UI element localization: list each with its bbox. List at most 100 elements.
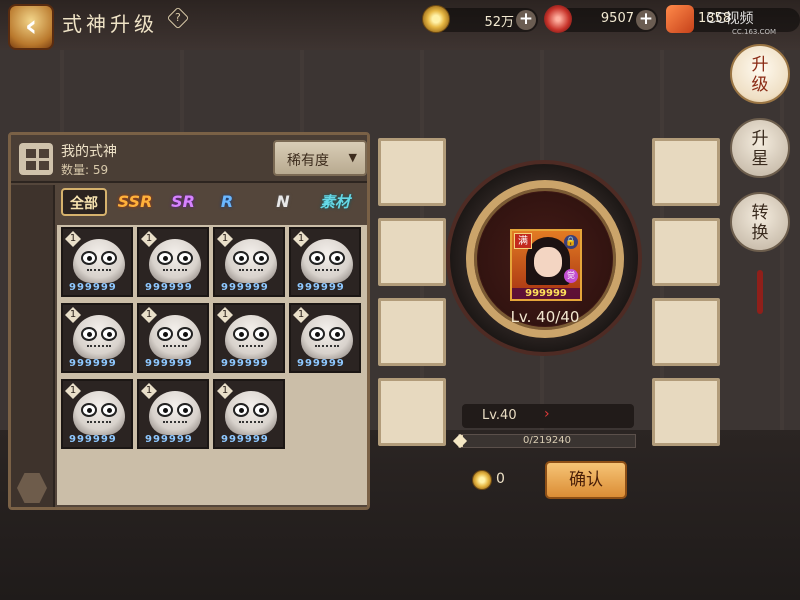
- level-badge: 1: [217, 231, 233, 247]
- tab-upgrade-label: 升级: [751, 55, 769, 95]
- coin-icon: [422, 5, 450, 33]
- sort-dropdown[interactable]: 稀有度 ▼: [273, 140, 367, 176]
- exp-bar: 0/219240: [452, 433, 636, 449]
- daruma-icon: [73, 239, 125, 283]
- shikigami-card[interactable]: 1 999999: [137, 379, 209, 449]
- add-jade-button[interactable]: +: [636, 10, 656, 30]
- add-coin-button[interactable]: +: [516, 10, 536, 30]
- material-slot[interactable]: [378, 138, 446, 206]
- shikigami-card[interactable]: 1 999999: [213, 227, 285, 297]
- card-exp: 999999: [221, 358, 269, 369]
- card-exp: 999999: [145, 282, 193, 293]
- full-badge: 满: [514, 233, 532, 249]
- level-bar-label: Lv.40: [482, 408, 517, 423]
- card-grid: 1 999999 1 999999 1 999999 1 999999 1 999999 1 9999…: [57, 225, 367, 505]
- material-slot[interactable]: [652, 378, 720, 446]
- filter-sr[interactable]: SR: [163, 188, 203, 216]
- filter-r[interactable]: R: [209, 188, 245, 216]
- shikigami-card[interactable]: 1 999999: [289, 303, 361, 373]
- card-exp: 999999: [221, 434, 269, 445]
- level-badge: 1: [217, 307, 233, 323]
- level-badge: 1: [293, 307, 309, 323]
- confirm-button[interactable]: 确认: [545, 461, 627, 499]
- shikigami-card[interactable]: 1 999999: [137, 227, 209, 297]
- watermark-sub: CC.163.COM: [732, 28, 777, 36]
- shikigami-list-panel: 我的式神 数量: 59 稀有度 ▼ 全部 SSR SR R N 素材 1 9999…: [8, 132, 370, 510]
- exp-text: 0/219240: [523, 435, 571, 446]
- filter-n[interactable]: N: [265, 188, 301, 216]
- card-exp: 999999: [297, 358, 345, 369]
- card-exp: 999999: [69, 282, 117, 293]
- panel-header: 我的式神 数量: 59 稀有度 ▼: [11, 135, 367, 183]
- tab-upgrade[interactable]: 升级: [730, 44, 790, 104]
- material-slot[interactable]: [652, 218, 720, 286]
- shikigami-count: 数量: 59: [61, 163, 109, 177]
- amulet-icon: [666, 5, 694, 33]
- sort-label: 稀有度: [287, 153, 329, 169]
- arrow-right-icon: ›: [544, 406, 550, 422]
- lock-icon: 🔒: [564, 235, 578, 249]
- shikigami-card[interactable]: 1 999999: [61, 227, 133, 297]
- material-slot[interactable]: [378, 378, 446, 446]
- filter-all[interactable]: 全部: [61, 188, 107, 216]
- grid-view-icon[interactable]: [19, 143, 53, 175]
- shikigami-card[interactable]: 1 999999: [213, 379, 285, 449]
- awakened-badge: 觉: [564, 269, 578, 283]
- tab-star-up[interactable]: 升星: [730, 118, 790, 178]
- daruma-icon: [301, 239, 353, 283]
- level-display: Lv. 40/40: [510, 308, 580, 326]
- daruma-icon: [73, 391, 125, 435]
- back-arrow-icon: ‹: [24, 9, 38, 44]
- material-slot[interactable]: [652, 298, 720, 366]
- shikigami-card[interactable]: 1 999999: [289, 227, 361, 297]
- tab-indicator: [757, 270, 763, 314]
- tab-convert[interactable]: 转换: [730, 192, 790, 252]
- daruma-icon: [301, 315, 353, 359]
- daruma-icon: [149, 239, 201, 283]
- coin-icon: [472, 470, 492, 490]
- coin-value: 52万: [484, 15, 514, 30]
- my-shikigami-label: 我的式神: [61, 144, 117, 160]
- back-button[interactable]: ‹: [8, 4, 54, 50]
- jade-resource: 9507 +: [544, 5, 658, 33]
- card-exp: 999999: [297, 282, 345, 293]
- watermark: CC视频: [706, 11, 754, 27]
- tab-star-up-label: 升星: [751, 129, 769, 169]
- filter-bar: 全部 SSR SR R N 素材: [57, 185, 367, 219]
- magatama-icon: [544, 5, 572, 33]
- cost-value: 0: [496, 471, 505, 487]
- target-shikigami-portrait[interactable]: 满 🔒 觉 999999: [510, 229, 582, 301]
- filter-material[interactable]: 素材: [311, 188, 359, 216]
- daruma-icon: [149, 391, 201, 435]
- side-rail: [11, 185, 55, 507]
- shikigami-card[interactable]: 1 999999: [61, 303, 133, 373]
- tab-convert-label: 转换: [751, 203, 769, 243]
- daruma-icon: [225, 239, 277, 283]
- shikigami-card[interactable]: 1 999999: [137, 303, 209, 373]
- shikigami-card[interactable]: 1 999999: [213, 303, 285, 373]
- coin-resource: 52万 +: [422, 5, 538, 33]
- level-badge: 1: [65, 231, 81, 247]
- level-badge: 1: [217, 383, 233, 399]
- card-exp: 999999: [145, 358, 193, 369]
- daruma-icon: [73, 315, 125, 359]
- face: [534, 247, 562, 277]
- daruma-icon: [225, 315, 277, 359]
- level-badge: 1: [65, 307, 81, 323]
- card-exp: 999999: [69, 358, 117, 369]
- level-badge: 1: [141, 231, 157, 247]
- material-slot[interactable]: [378, 298, 446, 366]
- card-exp: 999999: [221, 282, 269, 293]
- material-slot[interactable]: [378, 218, 446, 286]
- level-badge: 1: [141, 383, 157, 399]
- portrait-exp: 999999: [512, 288, 580, 299]
- level-badge: 1: [65, 383, 81, 399]
- daruma-icon: [225, 391, 277, 435]
- filter-ssr[interactable]: SSR: [113, 188, 157, 216]
- shikigami-card[interactable]: 1 999999: [61, 379, 133, 449]
- level-bar: Lv.40 ›: [462, 404, 634, 428]
- hexagon-icon[interactable]: [17, 473, 47, 503]
- chevron-down-icon: ▼: [348, 151, 357, 164]
- material-slot[interactable]: [652, 138, 720, 206]
- jade-value: 9507: [600, 11, 634, 26]
